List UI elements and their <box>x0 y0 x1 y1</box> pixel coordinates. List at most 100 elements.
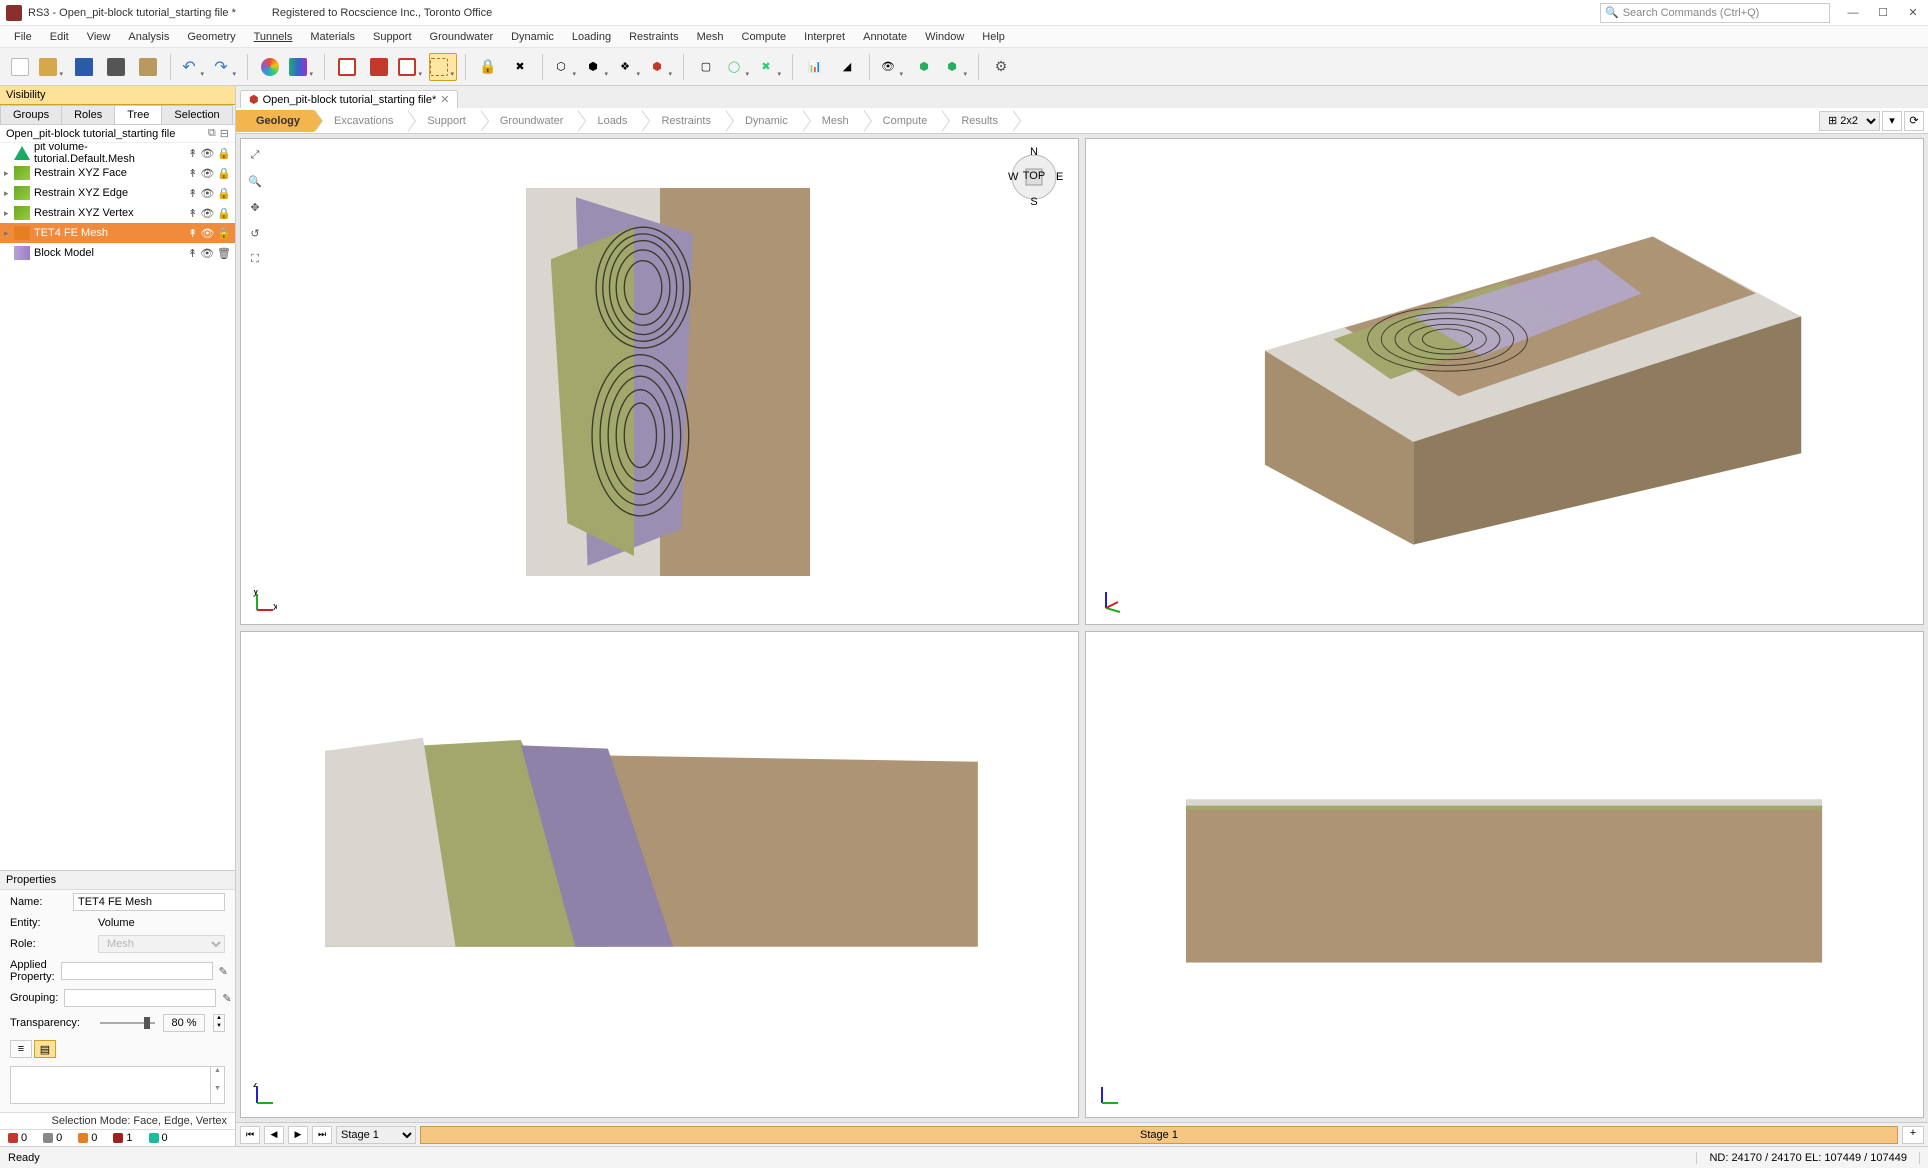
tree-item[interactable]: ▸Restrain XYZ Face↟👁🔒 <box>0 163 235 183</box>
select-button[interactable] <box>429 53 457 81</box>
layers-button[interactable]: ❖ <box>615 53 643 81</box>
tilt-button[interactable]: ◢ <box>833 53 861 81</box>
stage-bar[interactable]: Stage 1 <box>420 1126 1898 1144</box>
color-palette-button[interactable] <box>256 53 284 81</box>
tree-item[interactable]: ▸Restrain XYZ Vertex↟👁🔒 <box>0 203 235 223</box>
eye-button[interactable]: 👁 <box>878 53 906 81</box>
save-button[interactable] <box>70 53 98 81</box>
print-button[interactable] <box>102 53 130 81</box>
open-button[interactable] <box>38 53 66 81</box>
menu-restraints[interactable]: Restraints <box>621 29 687 45</box>
copy-icon[interactable]: ⧉ <box>208 127 216 140</box>
wf-loads[interactable]: Loads <box>577 110 641 132</box>
menu-file[interactable]: File <box>6 29 40 45</box>
menu-window[interactable]: Window <box>917 29 972 45</box>
edit-grouping-icon[interactable]: ✎ <box>222 992 231 1005</box>
maximize-button[interactable]: ☐ <box>1868 0 1898 26</box>
close-button[interactable]: ✕ <box>1898 0 1928 26</box>
transparency-spinner[interactable]: ▲▼ <box>213 1014 225 1032</box>
menu-mesh[interactable]: Mesh <box>689 29 732 45</box>
stage-select[interactable]: Stage 1 <box>336 1126 416 1144</box>
x-button[interactable]: ✖ <box>756 53 784 81</box>
redo-button[interactable]: ↷ <box>211 53 239 81</box>
hex-2-button[interactable]: ⬢ <box>583 53 611 81</box>
wf-geology[interactable]: Geology <box>236 110 314 132</box>
minimize-button[interactable]: — <box>1838 0 1868 26</box>
menu-dynamic[interactable]: Dynamic <box>503 29 562 45</box>
remove-sel-button[interactable]: ✖ <box>506 53 534 81</box>
viewport-layout-select[interactable]: ⊞ 2x2 <box>1819 111 1880 131</box>
stage-prev-button[interactable]: ◀ <box>264 1126 284 1144</box>
refresh-button[interactable]: ⟳ <box>1904 111 1924 131</box>
wf-support[interactable]: Support <box>407 110 480 132</box>
document-tab[interactable]: ⬢ Open_pit-block tutorial_starting file*… <box>240 90 458 108</box>
menu-support[interactable]: Support <box>365 29 420 45</box>
menu-view[interactable]: View <box>79 29 119 45</box>
stage-last-button[interactable]: ⏭ <box>312 1126 332 1144</box>
cube-open-button[interactable] <box>397 53 425 81</box>
wf-results[interactable]: Results <box>941 110 1012 132</box>
zoom-icon[interactable]: 🔍 <box>245 171 265 191</box>
gradient-button[interactable] <box>288 53 316 81</box>
wf-mesh[interactable]: Mesh <box>802 110 863 132</box>
tab-roles[interactable]: Roles <box>61 105 115 124</box>
tree-item[interactable]: pit volume-tutorial.Default.Mesh↟👁🔒 <box>0 143 235 163</box>
cube-g1-button[interactable]: ⬢ <box>910 53 938 81</box>
wf-groundwater[interactable]: Groundwater <box>480 110 578 132</box>
tab-selection[interactable]: Selection <box>161 105 232 124</box>
edit-applied-icon[interactable]: ✎ <box>219 965 228 978</box>
undo-button[interactable]: ↶ <box>179 53 207 81</box>
hex-1-button[interactable]: ⬡ <box>551 53 579 81</box>
red-hex-button[interactable]: ⬢ <box>647 53 675 81</box>
wf-restraints[interactable]: Restraints <box>641 110 725 132</box>
tree-item[interactable]: Block Model↟👁🗑 <box>0 243 235 263</box>
menu-edit[interactable]: Edit <box>42 29 77 45</box>
menu-materials[interactable]: Materials <box>302 29 363 45</box>
viewport-section-2[interactable] <box>1085 631 1924 1118</box>
clipboard-button[interactable] <box>134 53 162 81</box>
rotate-icon[interactable]: ↺ <box>245 223 265 243</box>
zoom-fit-icon[interactable]: ⤢ <box>245 145 265 165</box>
menu-analysis[interactable]: Analysis <box>120 29 177 45</box>
menu-loading[interactable]: Loading <box>564 29 619 45</box>
layout-dropdown-button[interactable]: ▾ <box>1882 111 1902 131</box>
command-search[interactable]: 🔍 Search Commands (Ctrl+Q) <box>1600 3 1830 23</box>
cube-wire-button[interactable] <box>333 53 361 81</box>
cube-solid-button[interactable] <box>365 53 393 81</box>
pan-icon[interactable]: ✥ <box>245 197 265 217</box>
list-view-toggle[interactable]: ≡ <box>10 1040 32 1058</box>
extent-icon[interactable]: ⛶ <box>245 249 265 269</box>
menu-interpret[interactable]: Interpret <box>796 29 853 45</box>
wf-compute[interactable]: Compute <box>863 110 942 132</box>
expand-icon[interactable]: ⊟ <box>220 127 229 140</box>
name-input[interactable] <box>73 893 225 911</box>
transparency-slider[interactable] <box>100 1022 155 1024</box>
box-button[interactable]: ▢ <box>692 53 720 81</box>
tree-item[interactable]: ▸Restrain XYZ Edge↟👁🔒 <box>0 183 235 203</box>
gear-button[interactable]: ⚙ <box>987 53 1015 81</box>
menu-compute[interactable]: Compute <box>734 29 795 45</box>
compass-widget[interactable]: TOP N S W E <box>1004 147 1064 207</box>
add-stage-button[interactable]: + <box>1902 1126 1924 1144</box>
menu-help[interactable]: Help <box>974 29 1013 45</box>
close-doc-icon[interactable]: ✕ <box>440 93 449 106</box>
wf-excavations[interactable]: Excavations <box>314 110 407 132</box>
add-green-button[interactable]: ◯ <box>724 53 752 81</box>
stage-first-button[interactable]: ⏮ <box>240 1126 260 1144</box>
viewport-iso[interactable] <box>1085 138 1924 625</box>
grouping-input[interactable] <box>64 989 216 1007</box>
lock-sel-button[interactable]: 🔒 <box>474 53 502 81</box>
tab-groups[interactable]: Groups <box>0 105 62 124</box>
viewport-section-1[interactable]: z <box>240 631 1079 1118</box>
menu-groundwater[interactable]: Groundwater <box>422 29 502 45</box>
stage-next-button[interactable]: ▶ <box>288 1126 308 1144</box>
menu-geometry[interactable]: Geometry <box>179 29 243 45</box>
chart-button[interactable]: 📊 <box>801 53 829 81</box>
cube-g2-button[interactable]: ⬢ <box>942 53 970 81</box>
viewport-top[interactable]: ⤢ 🔍 ✥ ↺ ⛶ <box>240 138 1079 625</box>
wf-dynamic[interactable]: Dynamic <box>725 110 802 132</box>
menu-annotate[interactable]: Annotate <box>855 29 915 45</box>
tree-item[interactable]: ▸TET4 FE Mesh↟👁🔒 <box>0 223 235 243</box>
applied-property-input[interactable] <box>61 962 213 980</box>
new-file-button[interactable] <box>6 53 34 81</box>
